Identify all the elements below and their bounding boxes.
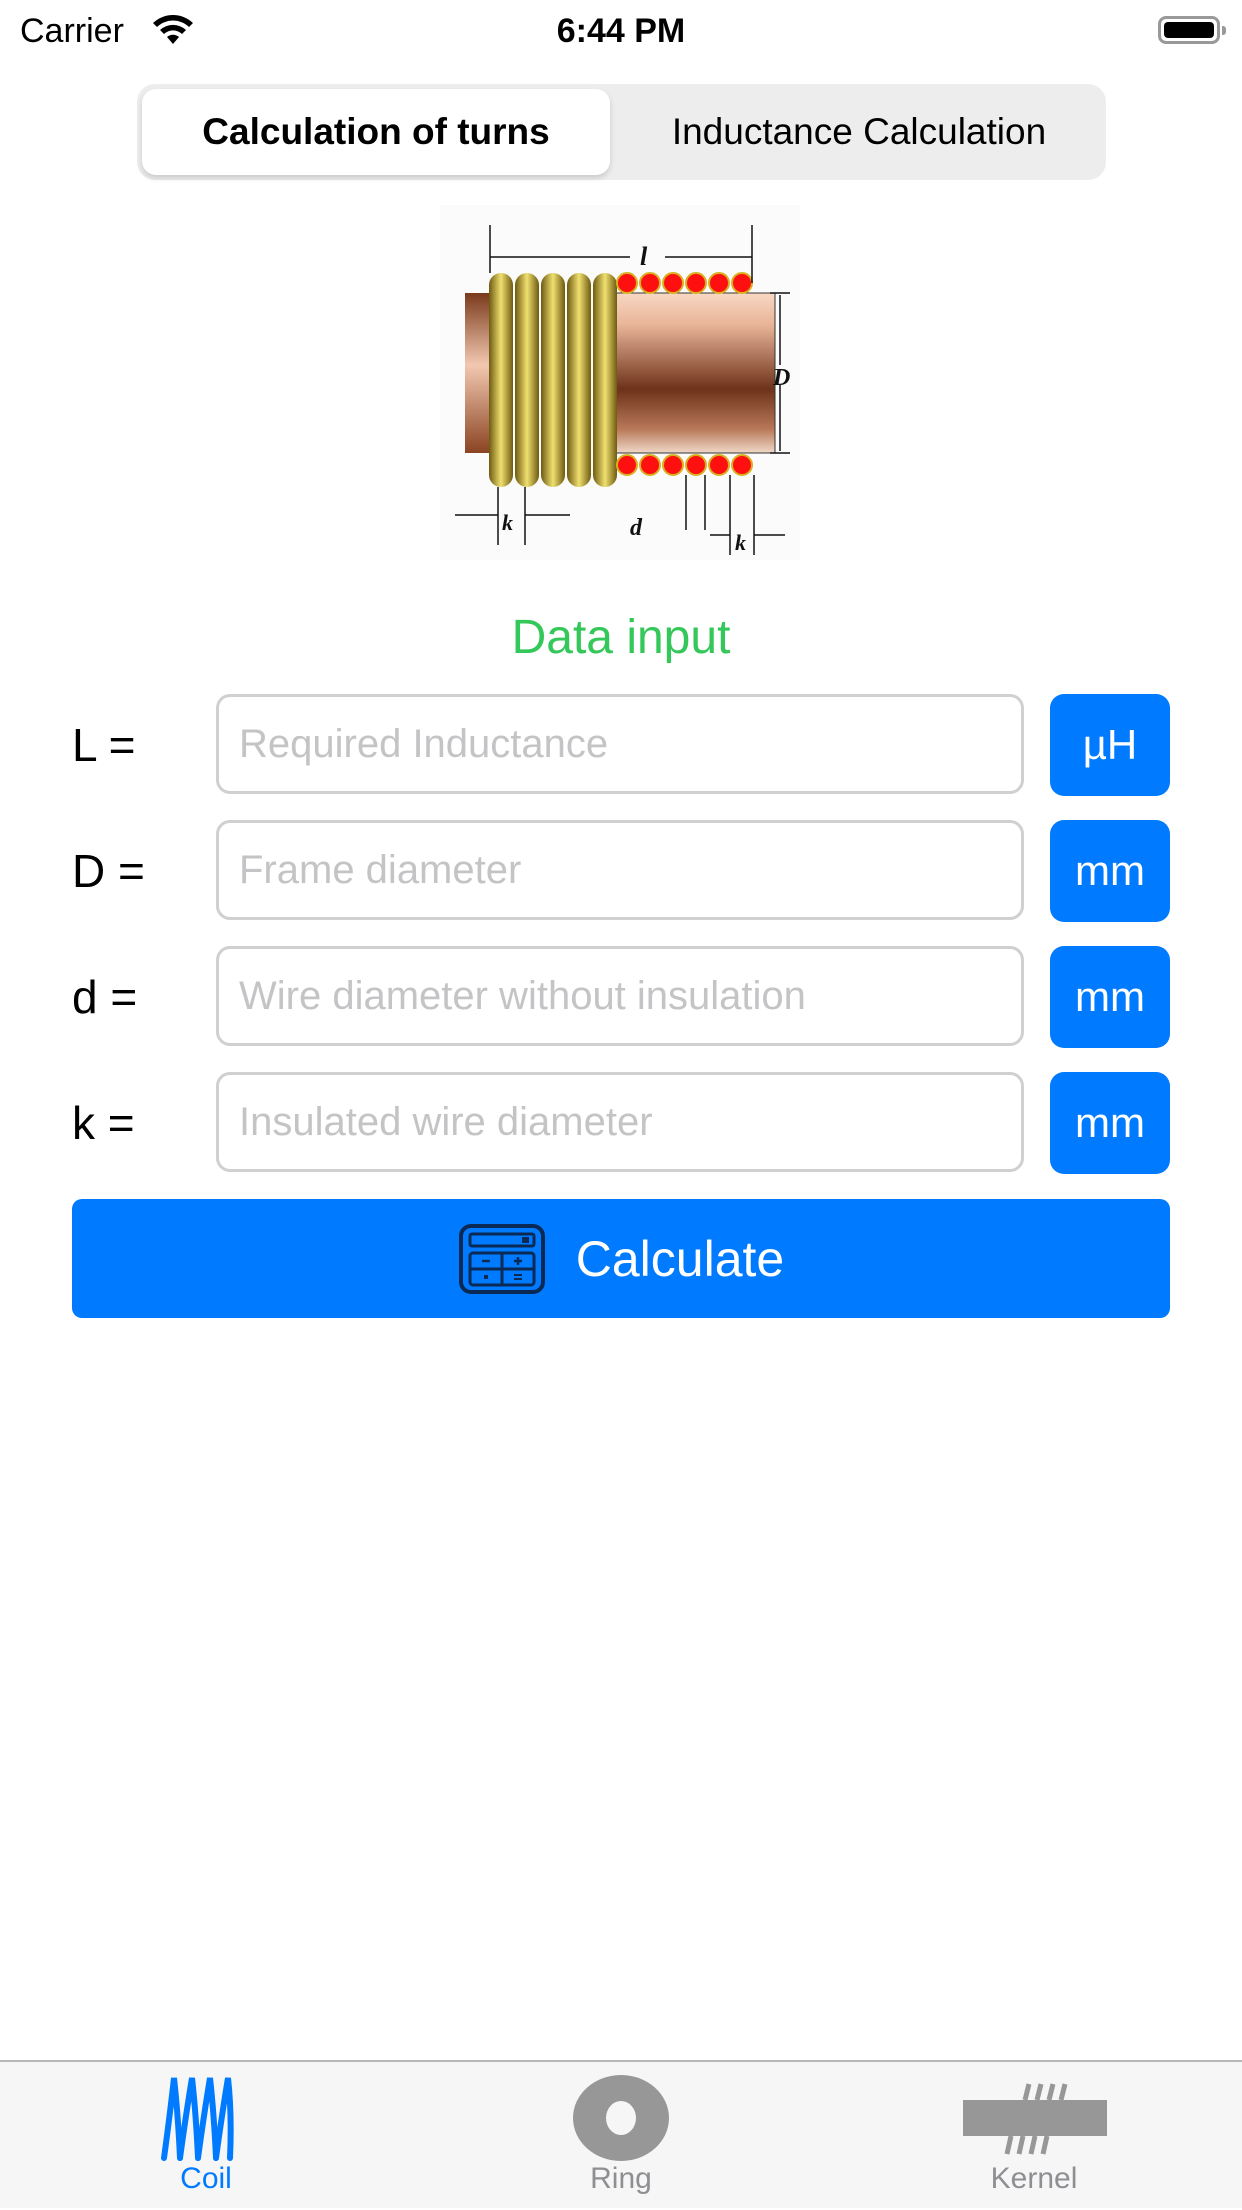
diagram-label-l: l <box>640 242 648 271</box>
frame-diameter-unit-button[interactable]: mm <box>1050 820 1170 922</box>
field-label-D: D = <box>72 845 145 897</box>
ring-icon <box>571 2074 671 2167</box>
insulated-diameter-input[interactable] <box>219 1075 1021 1169</box>
data-input-title: Data input <box>511 611 731 664</box>
coil-icon <box>156 2074 256 2167</box>
status-bar: Carrier 6:44 PM <box>0 0 1242 62</box>
mode-segmented-control: Calculation of turns Inductance Calculat… <box>137 84 1106 180</box>
tab-ring-label: Ring <box>590 2162 652 2195</box>
wire-diameter-unit-button[interactable]: mm <box>1050 946 1170 1048</box>
tab-kernel-label: Kernel <box>990 2162 1078 2195</box>
field-row-wire-diameter: d = mm <box>0 946 1242 1048</box>
segment-calculation-of-turns[interactable]: Calculation of turns <box>142 89 610 175</box>
frame-diameter-input[interactable] <box>219 823 1021 917</box>
field-row-inductance: L = µH <box>0 694 1242 796</box>
wire-diameter-input[interactable] <box>219 949 1021 1043</box>
field-row-insulated-diameter: k = mm <box>0 1072 1242 1174</box>
insulated-diameter-unit-button[interactable]: mm <box>1050 1072 1170 1174</box>
calculator-icon <box>458 1223 546 1295</box>
tab-bar: Coil Ring Kernel <box>0 2060 1242 2208</box>
diagram-label-D: D <box>772 365 790 391</box>
tab-ring[interactable]: Ring <box>521 2062 721 2210</box>
field-label-L: L = <box>72 719 136 771</box>
coil-diagram: l D d k k <box>440 205 800 560</box>
field-label-d: d = <box>72 971 138 1023</box>
tab-kernel[interactable]: Kernel <box>934 2062 1134 2210</box>
coil-turns <box>489 273 617 487</box>
calculate-button[interactable]: Calculate <box>72 1199 1170 1318</box>
battery-icon <box>1158 16 1226 44</box>
insulated-diameter-field-wrapper <box>216 1072 1024 1172</box>
segment-inductance-calculation[interactable]: Inductance Calculation <box>617 89 1101 175</box>
diagram-label-d: d <box>630 515 643 541</box>
inductance-input[interactable] <box>219 697 1021 791</box>
calculate-label: Calculate <box>575 1230 785 1287</box>
diagram-label-k-right: k <box>735 530 746 555</box>
wire-diameter-field-wrapper <box>216 946 1024 1046</box>
field-row-frame-diameter: D = mm <box>0 820 1242 922</box>
field-label-k: k = <box>72 1097 135 1149</box>
diagram-label-k-left: k <box>502 510 513 535</box>
clock: 6:44 PM <box>556 12 686 50</box>
tab-coil-label: Coil <box>180 2162 232 2195</box>
kernel-icon <box>959 2074 1109 2167</box>
inductance-field-wrapper <box>216 694 1024 794</box>
frame-diameter-field-wrapper <box>216 820 1024 920</box>
tab-coil[interactable]: Coil <box>106 2062 306 2210</box>
inductance-unit-button[interactable]: µH <box>1050 694 1170 796</box>
